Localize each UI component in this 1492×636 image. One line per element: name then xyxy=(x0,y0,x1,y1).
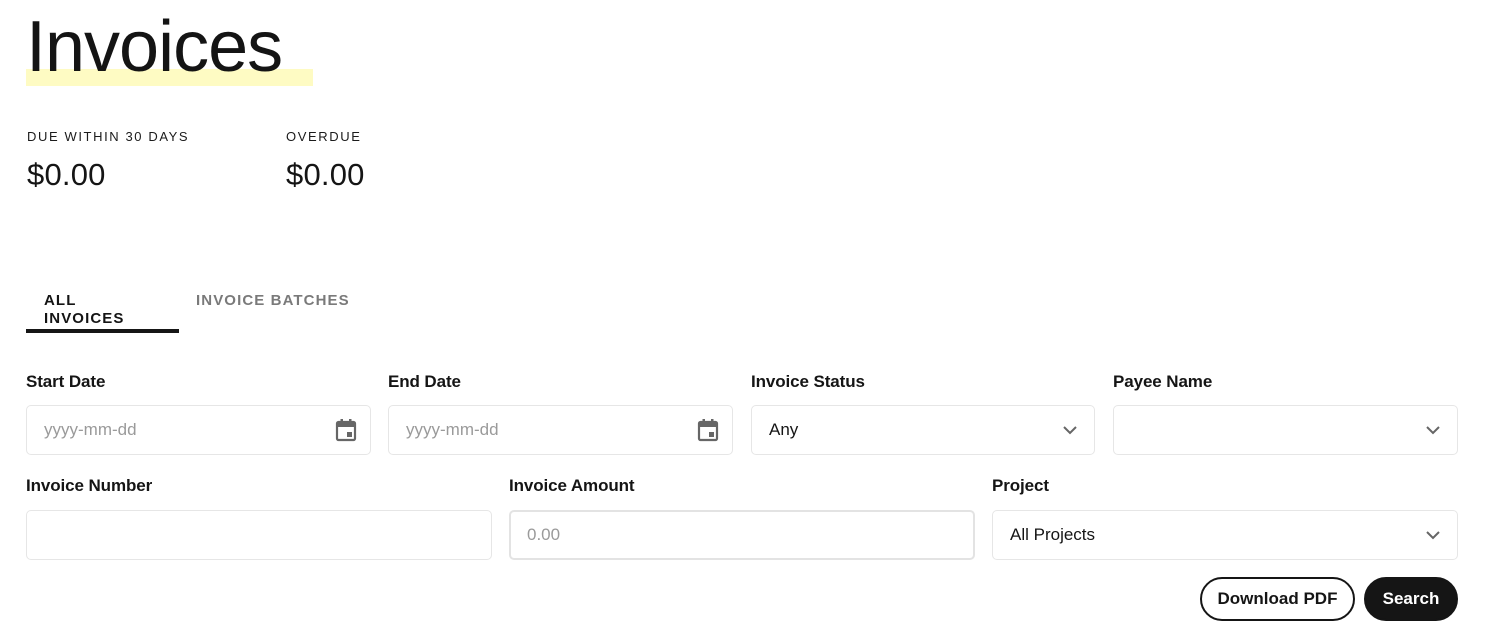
end-date-input[interactable]: yyyy-mm-dd xyxy=(388,405,733,455)
stat-value: $0.00 xyxy=(286,157,365,192)
invoices-page: Invoices DUE WITHIN 30 DAYS $0.00 OVERDU… xyxy=(0,0,1492,636)
field-label: End Date xyxy=(388,372,461,391)
field-label: Invoice Amount xyxy=(509,476,635,495)
calendar-icon[interactable] xyxy=(696,418,720,442)
selected-value: Any xyxy=(769,420,799,439)
search-button[interactable]: Search xyxy=(1364,577,1458,621)
page-title-wrap: Invoices xyxy=(26,6,313,88)
selected-value: All Projects xyxy=(1010,525,1096,544)
invoice-tabs: ALL INVOICES INVOICE BATCHES xyxy=(26,280,368,334)
invoice-number-field: Invoice Number xyxy=(26,476,492,560)
invoice-status-field: Invoice Status Any xyxy=(751,372,1095,455)
payee-name-select[interactable] xyxy=(1113,405,1458,455)
calendar-icon[interactable] xyxy=(334,418,358,442)
stat-overdue: OVERDUE $0.00 xyxy=(286,129,365,193)
invoice-amount-input[interactable]: 0.00 xyxy=(509,510,975,560)
tab-invoice-batches[interactable]: INVOICE BATCHES xyxy=(179,280,368,333)
chevron-down-icon xyxy=(1421,418,1445,442)
stat-due-within-30-days: DUE WITHIN 30 DAYS $0.00 xyxy=(27,129,189,193)
field-label: Payee Name xyxy=(1113,372,1213,391)
field-label: Invoice Number xyxy=(26,476,153,495)
invoice-status-select[interactable]: Any xyxy=(751,405,1095,455)
field-label: Start Date xyxy=(26,372,106,391)
placeholder-text: yyyy-mm-dd xyxy=(406,420,499,439)
page-title: Invoices xyxy=(26,7,283,87)
project-select[interactable]: All Projects xyxy=(992,510,1458,560)
invoice-amount-field: Invoice Amount 0.00 xyxy=(509,476,975,560)
download-pdf-button[interactable]: Download PDF xyxy=(1200,577,1355,621)
field-label: Invoice Status xyxy=(751,372,865,391)
end-date-field: End Date yyyy-mm-dd xyxy=(388,372,733,455)
payee-name-field: Payee Name xyxy=(1113,372,1458,455)
chevron-down-icon xyxy=(1421,523,1445,547)
placeholder-text: 0.00 xyxy=(527,525,561,544)
stat-label: OVERDUE xyxy=(286,129,362,144)
project-field: Project All Projects xyxy=(992,476,1458,560)
tab-all-invoices[interactable]: ALL INVOICES xyxy=(26,280,179,333)
stat-label: DUE WITHIN 30 DAYS xyxy=(27,129,190,144)
field-label: Project xyxy=(992,476,1049,495)
invoice-number-input[interactable] xyxy=(26,510,492,560)
start-date-field: Start Date yyyy-mm-dd xyxy=(26,372,371,455)
start-date-input[interactable]: yyyy-mm-dd xyxy=(26,405,371,455)
placeholder-text: yyyy-mm-dd xyxy=(44,420,137,439)
chevron-down-icon xyxy=(1058,418,1082,442)
stat-value: $0.00 xyxy=(27,157,106,192)
